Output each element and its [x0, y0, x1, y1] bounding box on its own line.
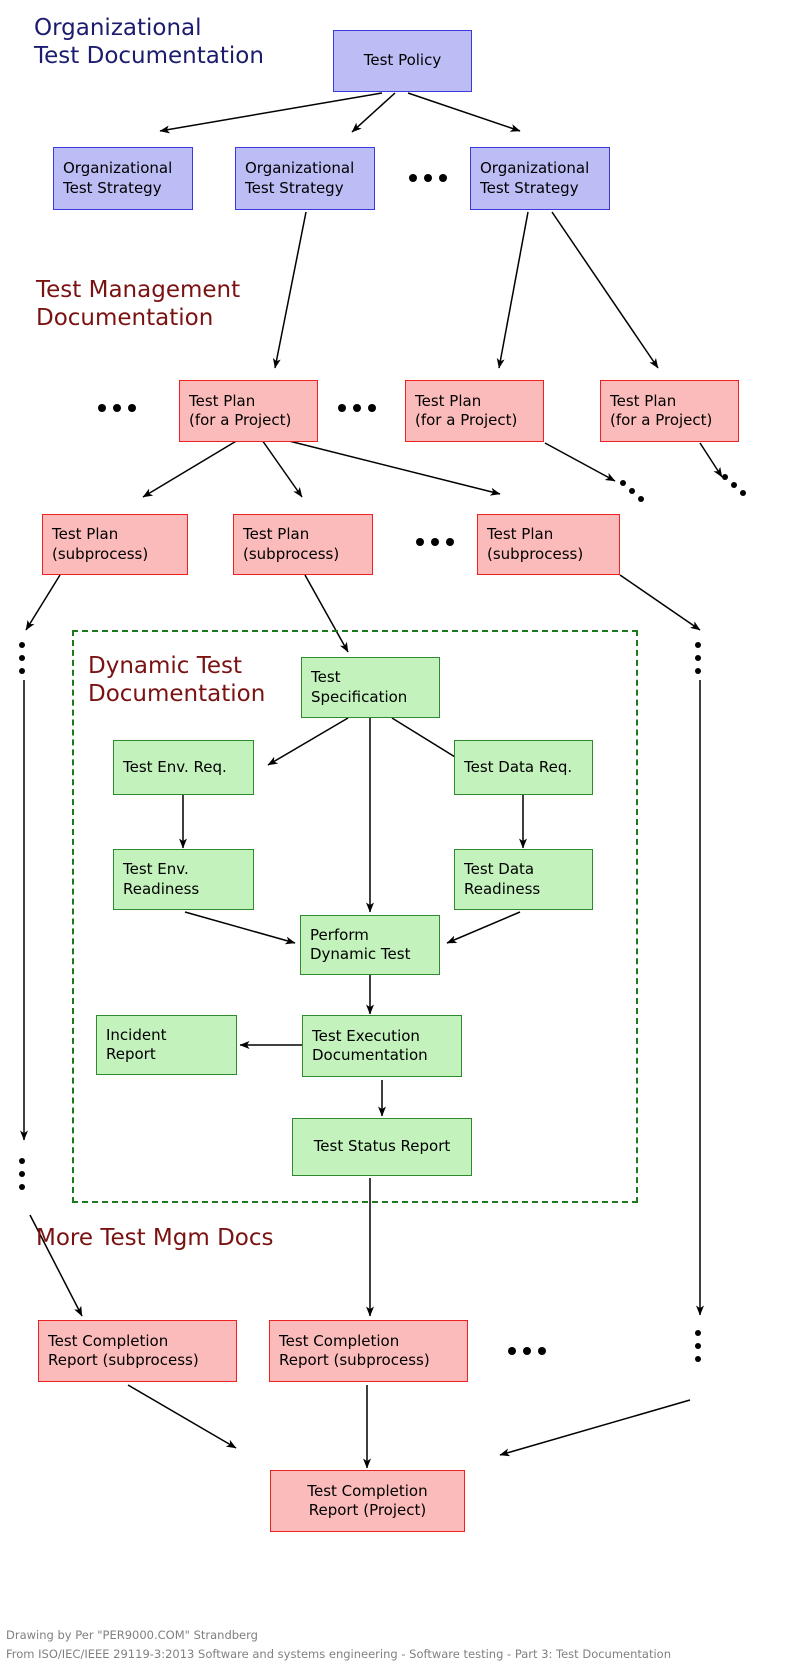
ellipsis-completion-report-row	[508, 1347, 546, 1355]
arrow-project1-to-sub1	[142, 439, 239, 498]
node-test-data-req[interactable]: Test Data Req.	[454, 740, 593, 795]
ellipsis-org-strategy-row	[409, 174, 447, 182]
node-test-completion-report-subprocess-1[interactable]: Test Completion Report (subprocess)	[38, 1320, 237, 1382]
heading-test-management-documentation: Test Management Documentation	[36, 277, 241, 332]
ellipsis-test-plan-subprocess-row	[416, 538, 454, 546]
node-test-plan-subprocess-1[interactable]: Test Plan (subprocess)	[42, 514, 188, 575]
diagram-canvas: Organizational Test Documentation Test M…	[0, 0, 800, 1677]
node-test-plan-for-project-1[interactable]: Test Plan (for a Project)	[179, 380, 318, 442]
ellipsis-diagonal-project3	[722, 474, 750, 502]
node-test-data-readiness[interactable]: Test Data Readiness	[454, 849, 593, 910]
node-test-env-readiness[interactable]: Test Env. Readiness	[113, 849, 254, 910]
node-incident-report[interactable]: Incident Report	[96, 1015, 237, 1075]
node-test-plan-for-project-2[interactable]: Test Plan (for a Project)	[405, 380, 544, 442]
node-perform-dynamic-test[interactable]: Perform Dynamic Test	[300, 915, 440, 975]
node-test-completion-report-subprocess-2[interactable]: Test Completion Report (subprocess)	[269, 1320, 468, 1382]
arrow-policy-to-strategy-3	[407, 92, 521, 132]
node-test-plan-subprocess-3[interactable]: Test Plan (subprocess)	[477, 514, 620, 575]
node-test-plan-subprocess-2[interactable]: Test Plan (subprocess)	[233, 514, 373, 575]
arrow-project1-to-sub3	[284, 439, 501, 496]
ellipsis-diagonal-project2	[620, 480, 648, 508]
node-test-policy[interactable]: Test Policy	[333, 30, 472, 92]
footer-credit: Drawing by Per "PER9000.COM" Strandberg	[6, 1628, 258, 1642]
arrow-policy-to-strategy-1	[159, 92, 383, 134]
heading-organizational-test-documentation: Organizational Test Documentation	[34, 15, 264, 70]
node-test-status-report[interactable]: Test Status Report	[292, 1118, 472, 1176]
arrow-strategy2-to-testplan1	[272, 211, 307, 369]
ellipsis-vertical-left-lower	[19, 1158, 25, 1190]
node-test-completion-report-project[interactable]: Test Completion Report (Project)	[270, 1470, 465, 1532]
node-organizational-test-strategy-1[interactable]: Organizational Test Strategy	[53, 147, 193, 210]
arrow-completion1-to-project	[127, 1384, 237, 1449]
arrow-completion3-to-project	[499, 1399, 691, 1457]
arrow-project3-to-ellipsis	[699, 442, 723, 478]
arrow-strategy3-to-testplan3	[551, 211, 659, 369]
ellipsis-test-plan-project-middle	[338, 404, 376, 412]
arrow-project2-to-ellipsis	[544, 442, 616, 482]
footer-source: From ISO/IEC/IEEE 29119-3:2013 Software …	[6, 1647, 671, 1661]
node-test-env-req[interactable]: Test Env. Req.	[113, 740, 254, 795]
arrow-sub3-to-right-dots	[619, 574, 701, 631]
ellipsis-test-plan-project-left	[98, 404, 136, 412]
arrow-strategy3-to-testplan2	[496, 211, 529, 369]
node-test-specification[interactable]: Test Specification	[301, 657, 440, 718]
ellipsis-vertical-right-upper	[695, 642, 701, 674]
arrow-project1-to-sub2	[261, 439, 303, 498]
ellipsis-vertical-left-upper	[19, 642, 25, 674]
node-organizational-test-strategy-3[interactable]: Organizational Test Strategy	[470, 147, 610, 210]
heading-dynamic-test-documentation: Dynamic Test Documentation	[88, 653, 266, 708]
node-organizational-test-strategy-2[interactable]: Organizational Test Strategy	[235, 147, 375, 210]
arrow-policy-to-strategy-2	[351, 92, 396, 133]
node-test-plan-for-project-3[interactable]: Test Plan (for a Project)	[600, 380, 739, 442]
node-test-execution-documentation[interactable]: Test Execution Documentation	[302, 1015, 462, 1077]
arrow-sub1-to-left-dots	[25, 574, 61, 631]
heading-more-test-mgm-docs: More Test Mgm Docs	[36, 1225, 274, 1251]
ellipsis-vertical-right-lower	[695, 1330, 701, 1362]
